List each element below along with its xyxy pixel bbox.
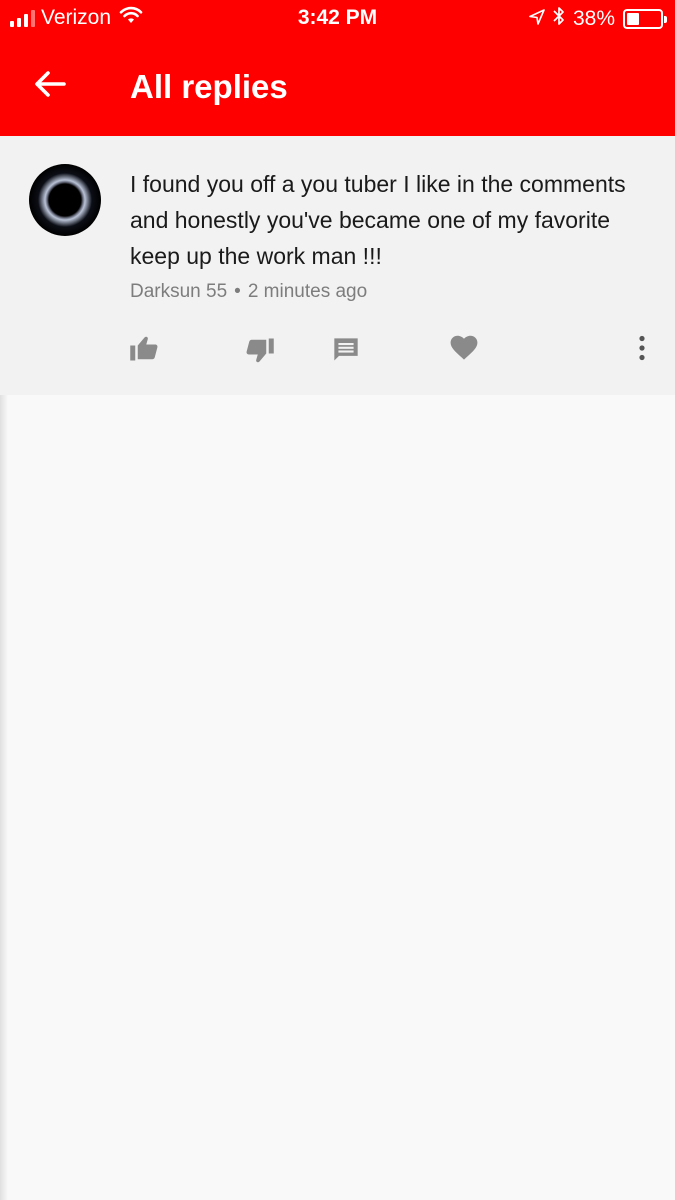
arrow-left-icon [34,70,66,103]
app-screen: Verizon 3:42 PM 38% All replies I found … [0,0,675,1200]
more-vert-icon [638,335,646,361]
dislike-button[interactable] [243,334,277,368]
page-title: All replies [130,68,288,105]
comment-meta: Darksun 55 • 2 minutes ago [130,281,367,303]
comment-time: 2 minutes ago [247,281,368,302]
status-right: 38% [529,6,667,32]
bluetooth-icon [553,6,565,32]
location-arrow-icon [529,7,545,31]
comment-actions [0,331,675,371]
thumb-up-icon [129,334,159,362]
comment-text: I found you off a you tuber I like in th… [130,171,626,269]
reply-icon [332,336,360,364]
heart-button[interactable] [447,331,481,365]
battery-level-fill [627,13,639,25]
heart-icon [450,335,478,361]
meta-separator: • [234,281,241,302]
avatar[interactable] [29,164,101,236]
reply-button[interactable] [329,333,363,367]
status-bar: Verizon 3:42 PM 38% [0,0,675,38]
battery-percent: 38% [572,7,615,30]
back-button[interactable] [30,66,70,106]
like-button[interactable] [127,331,161,365]
more-options-button[interactable] [625,331,659,365]
comment-author[interactable]: Darksun 55 [130,281,227,302]
comment-card: I found you off a you tuber I like in th… [0,136,675,395]
app-header: Verizon 3:42 PM 38% All replies [0,0,675,136]
thumb-down-icon [245,337,275,365]
battery-icon [623,9,667,29]
